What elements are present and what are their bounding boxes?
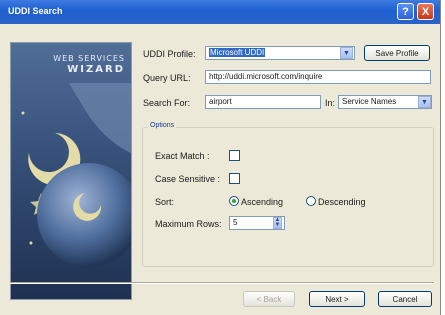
chevron-down-icon[interactable]: ▼ [340,47,353,59]
wizard-banner: WEB SERVICES WIZARD [10,42,132,300]
footer-separator [10,282,434,284]
help-icon[interactable]: ? [397,3,414,20]
uddi-profile-value: Microsoft UDDI [209,48,266,57]
save-profile-button[interactable]: Save Profile [364,45,430,61]
uddi-search-dialog: UDDI Search ? X WEB SERVICES WIZARD UDDI… [0,0,441,315]
sort-ascending-label[interactable]: Ascending [241,197,283,207]
options-group [142,127,434,267]
case-sensitive-label: Case Sensitive : [155,174,221,184]
maximum-rows-label: Maximum Rows: [155,219,222,229]
search-for-label: Search For: [143,98,191,108]
banner-title: WEB SERVICES WIZARD [53,53,125,75]
title-bar[interactable]: UDDI Search ? X [0,0,440,24]
window-title: UDDI Search [8,6,63,16]
sort-descending-label[interactable]: Descending [318,197,366,207]
exact-match-checkbox[interactable] [229,150,240,161]
sort-descending-radio[interactable] [306,196,316,206]
search-for-input[interactable]: airport [205,95,321,109]
sort-label: Sort: [155,197,175,207]
chevron-down-icon[interactable]: ▼ [418,96,431,108]
wizard-banner-art [21,83,131,267]
sort-ascending-radio[interactable] [229,196,239,206]
query-url-input[interactable]: http://uddi.microsoft.com/inquire [205,70,431,84]
banner-title-line1: WEB SERVICES [53,54,125,63]
exact-match-label: Exact Match : [155,151,210,161]
banner-title-line2: WIZARD [67,64,125,75]
query-url-label: Query URL: [143,73,191,83]
in-label: In: [325,98,336,108]
uddi-profile-label: UDDI Profile: [143,49,196,59]
options-group-title: Options [148,122,177,129]
next-button[interactable]: Next > [309,291,365,307]
cancel-button[interactable]: Cancel [378,291,432,307]
back-button[interactable]: < Back [243,291,295,307]
uddi-profile-select[interactable]: Microsoft UDDI [205,46,355,60]
close-icon[interactable]: X [417,3,434,20]
spinner-icon[interactable]: ▲ ▼ [273,217,282,229]
case-sensitive-checkbox[interactable] [229,173,240,184]
